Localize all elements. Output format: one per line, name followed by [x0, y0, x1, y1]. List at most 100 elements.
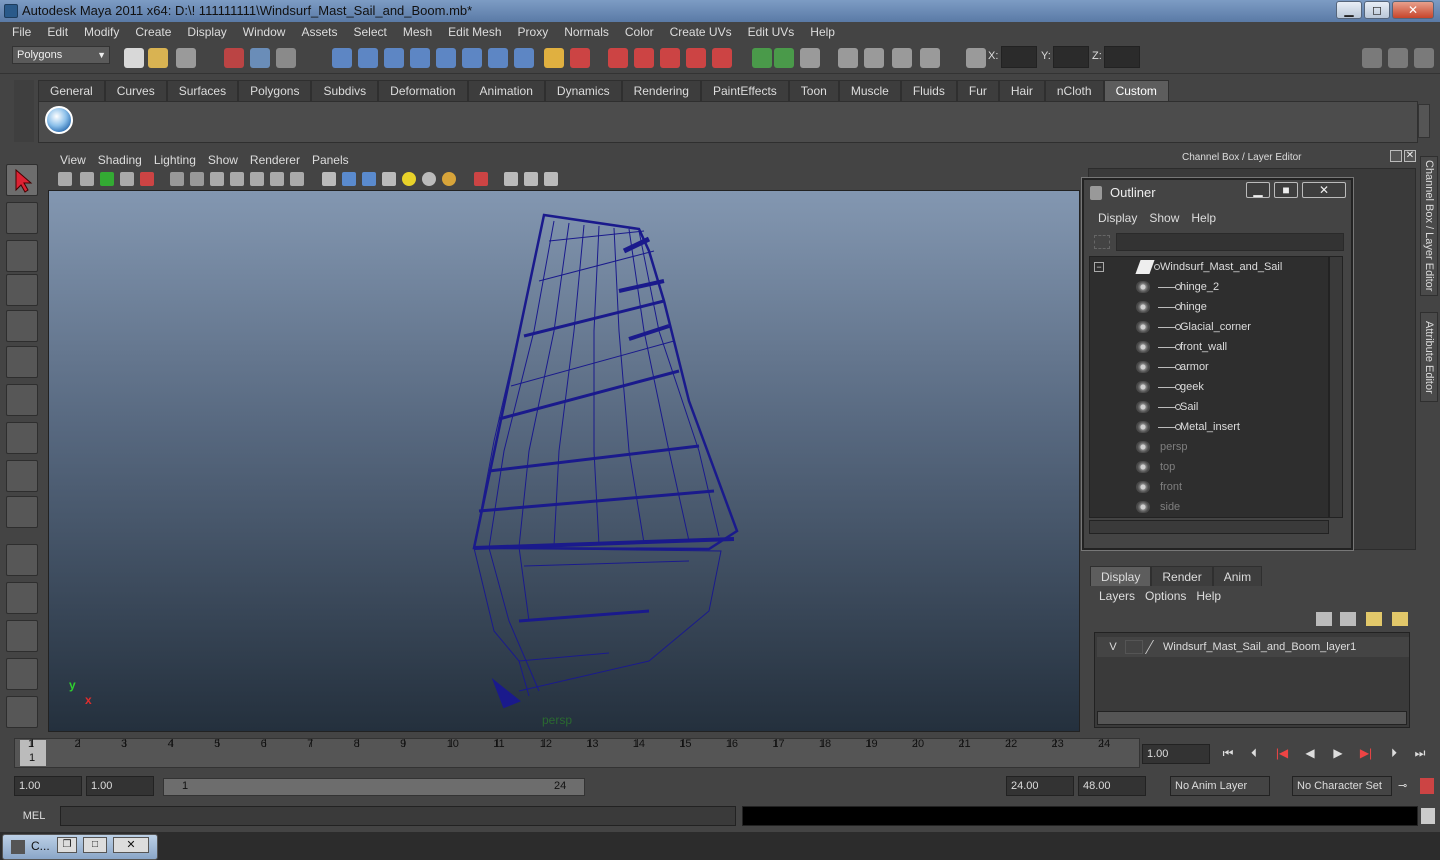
- x-field[interactable]: [1001, 46, 1037, 68]
- menu-color[interactable]: Color: [617, 25, 662, 39]
- outliner-horizontal-scrollbar[interactable]: [1089, 520, 1329, 534]
- input-ops-icon[interactable]: [462, 48, 482, 68]
- list-item[interactable]: front_wall: [1090, 337, 1328, 357]
- four-pane-layout-icon[interactable]: [6, 582, 38, 614]
- safe-action-icon[interactable]: [524, 172, 538, 186]
- outliner-close-button[interactable]: ✕: [1302, 182, 1346, 198]
- output-ops-icon[interactable]: [488, 48, 508, 68]
- select-hierarchy-icon[interactable]: [224, 48, 244, 68]
- list-item[interactable]: armor: [1090, 357, 1328, 377]
- outliner-menu-show[interactable]: Show: [1143, 211, 1185, 225]
- make-live-icon[interactable]: [436, 48, 456, 68]
- layer-menu-help[interactable]: Help: [1191, 589, 1226, 603]
- hypershade-icon[interactable]: [686, 48, 706, 68]
- selected-lights-icon[interactable]: [442, 172, 456, 186]
- checkmark-shelf-icon[interactable]: [45, 106, 73, 134]
- panel-menu-view[interactable]: View: [54, 153, 92, 167]
- lasso-tool-icon[interactable]: [6, 202, 38, 234]
- xray-icon[interactable]: [342, 172, 356, 186]
- help-icon[interactable]: [514, 48, 534, 68]
- layer-list-scrollbar[interactable]: [1097, 711, 1407, 725]
- restore-icon[interactable]: ❐: [57, 837, 77, 853]
- move-layer-up-icon[interactable]: [1316, 612, 1332, 626]
- checker-icon[interactable]: [382, 172, 396, 186]
- script-editor-icon[interactable]: [1421, 808, 1435, 824]
- transform-icon[interactable]: [920, 48, 940, 68]
- y-field[interactable]: [1053, 46, 1089, 68]
- lock-icon[interactable]: [544, 48, 564, 68]
- outliner-menu-help[interactable]: Help: [1185, 211, 1222, 225]
- layer-tab-render[interactable]: Render: [1151, 566, 1213, 586]
- all-lights-icon[interactable]: [422, 172, 436, 186]
- panel-menu-renderer[interactable]: Renderer: [244, 153, 306, 167]
- mode-selector[interactable]: Polygons ▼: [12, 46, 110, 64]
- preferences-icon[interactable]: [1420, 778, 1434, 794]
- move-tool-icon[interactable]: [6, 274, 38, 306]
- snap-point-icon[interactable]: [384, 48, 404, 68]
- shelf-tab-ncloth[interactable]: nCloth: [1044, 80, 1104, 101]
- film-icon[interactable]: [838, 48, 858, 68]
- hypershade-layout-icon[interactable]: [6, 696, 38, 728]
- ambient-occlusion-icon[interactable]: [290, 172, 304, 186]
- menu-display[interactable]: Display: [179, 25, 234, 39]
- grid-toggle-icon[interactable]: [140, 172, 154, 186]
- character-set-dropdown[interactable]: No Character Set: [1292, 776, 1392, 796]
- menu-normals[interactable]: Normals: [556, 25, 617, 39]
- menu-modify[interactable]: Modify: [76, 25, 127, 39]
- select-object-icon[interactable]: [250, 48, 270, 68]
- shelf-tab-custom[interactable]: Custom: [1103, 80, 1169, 101]
- shelf-tab-deformation[interactable]: Deformation: [378, 80, 468, 101]
- play-backwards-icon[interactable]: ◀: [1300, 746, 1320, 764]
- last-tool-icon[interactable]: [6, 496, 38, 528]
- grid-icon[interactable]: [892, 48, 912, 68]
- render-settings-icon[interactable]: [660, 48, 680, 68]
- single-pane-layout-icon[interactable]: [6, 544, 38, 576]
- shelf-tab-polygons[interactable]: Polygons: [238, 80, 312, 101]
- minimize-button[interactable]: ▁: [1336, 1, 1362, 19]
- menu-select[interactable]: Select: [345, 25, 394, 39]
- step-back-key-icon[interactable]: ⏴: [1244, 746, 1264, 764]
- list-item[interactable]: Sail: [1090, 397, 1328, 417]
- graph-layout-icon[interactable]: [6, 658, 38, 690]
- show-manipulator-icon[interactable]: [6, 460, 38, 492]
- menu-create-uvs[interactable]: Create UVs: [662, 25, 740, 39]
- list-item[interactable]: − Windsurf_Mast_and_Sail: [1090, 257, 1328, 277]
- snap-view-plane-icon[interactable]: [410, 48, 430, 68]
- shelf-scroll-arrows[interactable]: [1418, 104, 1430, 138]
- lights-icon[interactable]: [250, 172, 264, 186]
- playback-end-field[interactable]: 24.00: [1006, 776, 1074, 796]
- list-item[interactable]: hinge: [1090, 297, 1328, 317]
- list-item[interactable]: front: [1090, 477, 1328, 497]
- scale-tool-icon[interactable]: [6, 346, 38, 378]
- menu-proxy[interactable]: Proxy: [510, 25, 557, 39]
- list-item[interactable]: top: [1090, 457, 1328, 477]
- paint-select-tool-icon[interactable]: [6, 240, 38, 272]
- menu-window[interactable]: Window: [235, 25, 294, 39]
- close-button[interactable]: ✕: [1392, 1, 1434, 19]
- go-to-start-icon[interactable]: ⏮: [1218, 746, 1238, 764]
- shelf-tab-hair[interactable]: Hair: [998, 80, 1045, 101]
- shelf-tab-dynamics[interactable]: Dynamics: [544, 80, 622, 101]
- shelf-menu-handle[interactable]: [14, 80, 34, 142]
- outliner-layout-icon[interactable]: [6, 620, 38, 652]
- film-gate-icon[interactable]: [504, 172, 518, 186]
- render-current-icon[interactable]: [608, 48, 628, 68]
- layer-menu-layers[interactable]: Layers: [1094, 589, 1140, 603]
- wireframe-shading-icon[interactable]: [170, 172, 184, 186]
- shelf-tab-muscle[interactable]: Muscle: [838, 80, 901, 101]
- time-slider[interactable]: [14, 738, 1140, 768]
- xray-joints-icon[interactable]: [362, 172, 376, 186]
- channel-box-toggle-icon[interactable]: [1362, 48, 1382, 68]
- snap-curve-icon[interactable]: [358, 48, 378, 68]
- shelf-tab-rendering[interactable]: Rendering: [621, 80, 701, 101]
- shelf-tab-painteffects[interactable]: PaintEffects: [700, 80, 789, 101]
- panel-menu-lighting[interactable]: Lighting: [148, 153, 202, 167]
- camera-select-icon[interactable]: [58, 172, 72, 186]
- shelf-tab-subdivs[interactable]: Subdivs: [311, 80, 379, 101]
- rotate-tool-icon[interactable]: [6, 310, 38, 342]
- step-back-frame-icon[interactable]: |◀: [1272, 746, 1292, 764]
- select-tool-icon[interactable]: [6, 164, 38, 196]
- playback-start-field[interactable]: 1.00: [86, 776, 154, 796]
- layer-row[interactable]: V Windsurf_Mast_Sail_and_Boom_layer1: [1097, 637, 1409, 657]
- anim-layer-dropdown[interactable]: No Anim Layer: [1170, 776, 1270, 796]
